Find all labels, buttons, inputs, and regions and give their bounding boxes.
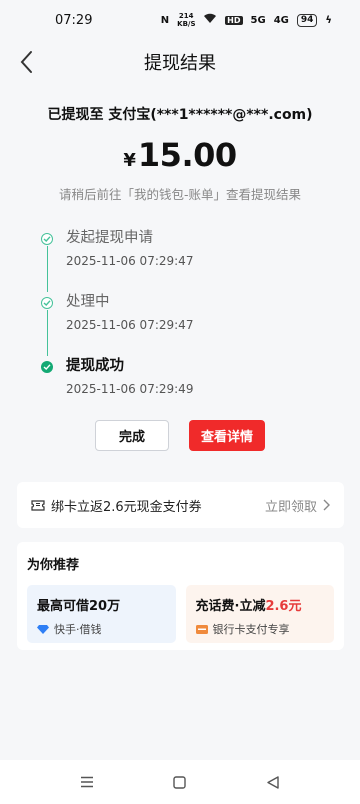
nfc-icon: N — [160, 14, 170, 26]
recharge-card-title-text: 充话费·立减 — [195, 599, 266, 614]
loan-card-subtitle-text: 快手·借钱 — [54, 623, 102, 636]
ticket-icon — [31, 496, 45, 515]
back-key[interactable] — [253, 767, 293, 797]
result-hint: 请稍后前往「我的钱包-账单」查看提现结果 — [58, 187, 301, 202]
loan-card-title-text: 最高可借20万 — [37, 599, 121, 614]
action-buttons: 完成 查看详情 — [0, 420, 360, 451]
recharge-card-subtitle-text: 银行卡支付专享 — [212, 623, 290, 636]
timeline-step: 提现成功 2025-11-06 07:29:49 — [40, 356, 330, 420]
coupon-banner[interactable]: 绑卡立返2.6元现金支付券 立即领取 — [17, 482, 344, 528]
claim-label: 立即领取 — [264, 499, 317, 515]
step-time: 2025-11-06 07:29:47 — [66, 254, 194, 268]
recommend-section: 为你推荐 最高可借20万 快手·借钱 充话费·立减2.6元 银行卡支付专享 — [17, 542, 344, 650]
status-time: 07:29 — [55, 12, 93, 28]
check-icon — [41, 361, 53, 373]
view-details-button[interactable]: 查看详情 — [189, 420, 265, 451]
recharge-card-subtitle: 银行卡支付专享 — [195, 621, 325, 637]
square-icon — [173, 775, 187, 789]
step-title: 处理中 — [66, 294, 110, 310]
navbar: 提现结果 — [0, 40, 360, 84]
done-button[interactable]: 完成 — [95, 420, 169, 451]
bank-card-icon — [195, 624, 208, 634]
amount-row: ¥ 15.00 — [0, 136, 360, 174]
chevron-left-icon — [20, 51, 32, 73]
loan-card[interactable]: 最高可借20万 快手·借钱 — [27, 585, 176, 643]
withdraw-amount: 15.00 — [137, 136, 237, 174]
loan-card-title: 最高可借20万 — [37, 595, 166, 614]
charging-icon: ϟ — [325, 14, 332, 26]
timeline-step: 处理中 2025-11-06 07:29:47 — [40, 292, 330, 356]
menu-key[interactable] — [67, 767, 107, 797]
timeline-step: 发起提现申请 2025-11-06 07:29:47 — [40, 228, 330, 292]
battery-icon: 94 — [296, 13, 318, 27]
withdraw-target-text: 已提现至 支付宝(***1******@***.com) — [47, 107, 313, 123]
recommend-title: 为你推荐 — [27, 558, 80, 573]
step-title: 发起提现申请 — [66, 230, 153, 246]
home-key[interactable] — [160, 767, 200, 797]
progress-timeline: 发起提现申请 2025-11-06 07:29:47 处理中 2025-11-0… — [40, 228, 330, 420]
menu-icon — [80, 776, 93, 788]
check-icon — [41, 233, 53, 245]
net-speed: 214 KB/S — [177, 12, 196, 28]
wifi-icon — [203, 13, 217, 27]
recharge-card[interactable]: 充话费·立减2.6元 银行卡支付专享 — [185, 585, 334, 643]
triangle-back-icon — [267, 775, 280, 789]
back-button[interactable] — [10, 46, 42, 78]
claim-link[interactable]: 立即领取 — [265, 496, 330, 515]
status-icons: N 214 KB/S HD 5G 4G 94 ϟ — [161, 12, 332, 28]
withdraw-result-card: 已提现至 支付宝(***1******@***.com) ¥ 15.00 请稍后… — [0, 84, 360, 472]
check-icon — [41, 297, 53, 309]
system-nav-bar — [0, 760, 360, 804]
recharge-card-discount: 2.6元 — [265, 599, 302, 614]
signal-4g-icon: 4G — [273, 14, 289, 26]
timeline-connector — [46, 246, 48, 292]
diamond-icon — [37, 625, 49, 634]
step-time: 2025-11-06 07:29:47 — [66, 318, 194, 332]
loan-card-subtitle: 快手·借钱 — [37, 621, 166, 637]
page-title: 提现结果 — [144, 53, 216, 74]
coupon-text: 绑卡立返2.6元现金支付券 — [51, 499, 202, 515]
currency-symbol: ¥ — [123, 150, 136, 171]
timeline-connector — [46, 310, 48, 356]
hd-icon: HD — [225, 15, 243, 25]
recharge-card-title: 充话费·立减2.6元 — [196, 595, 325, 614]
step-time: 2025-11-06 07:29:49 — [66, 382, 194, 396]
recommend-cards: 最高可借20万 快手·借钱 充话费·立减2.6元 银行卡支付专享 — [27, 585, 334, 643]
status-bar: 07:29 N 214 KB/S HD 5G 4G 94 ϟ — [0, 0, 360, 40]
step-title: 提现成功 — [66, 358, 124, 374]
chevron-right-icon — [323, 499, 330, 511]
signal-5g-icon: 5G — [250, 14, 266, 26]
